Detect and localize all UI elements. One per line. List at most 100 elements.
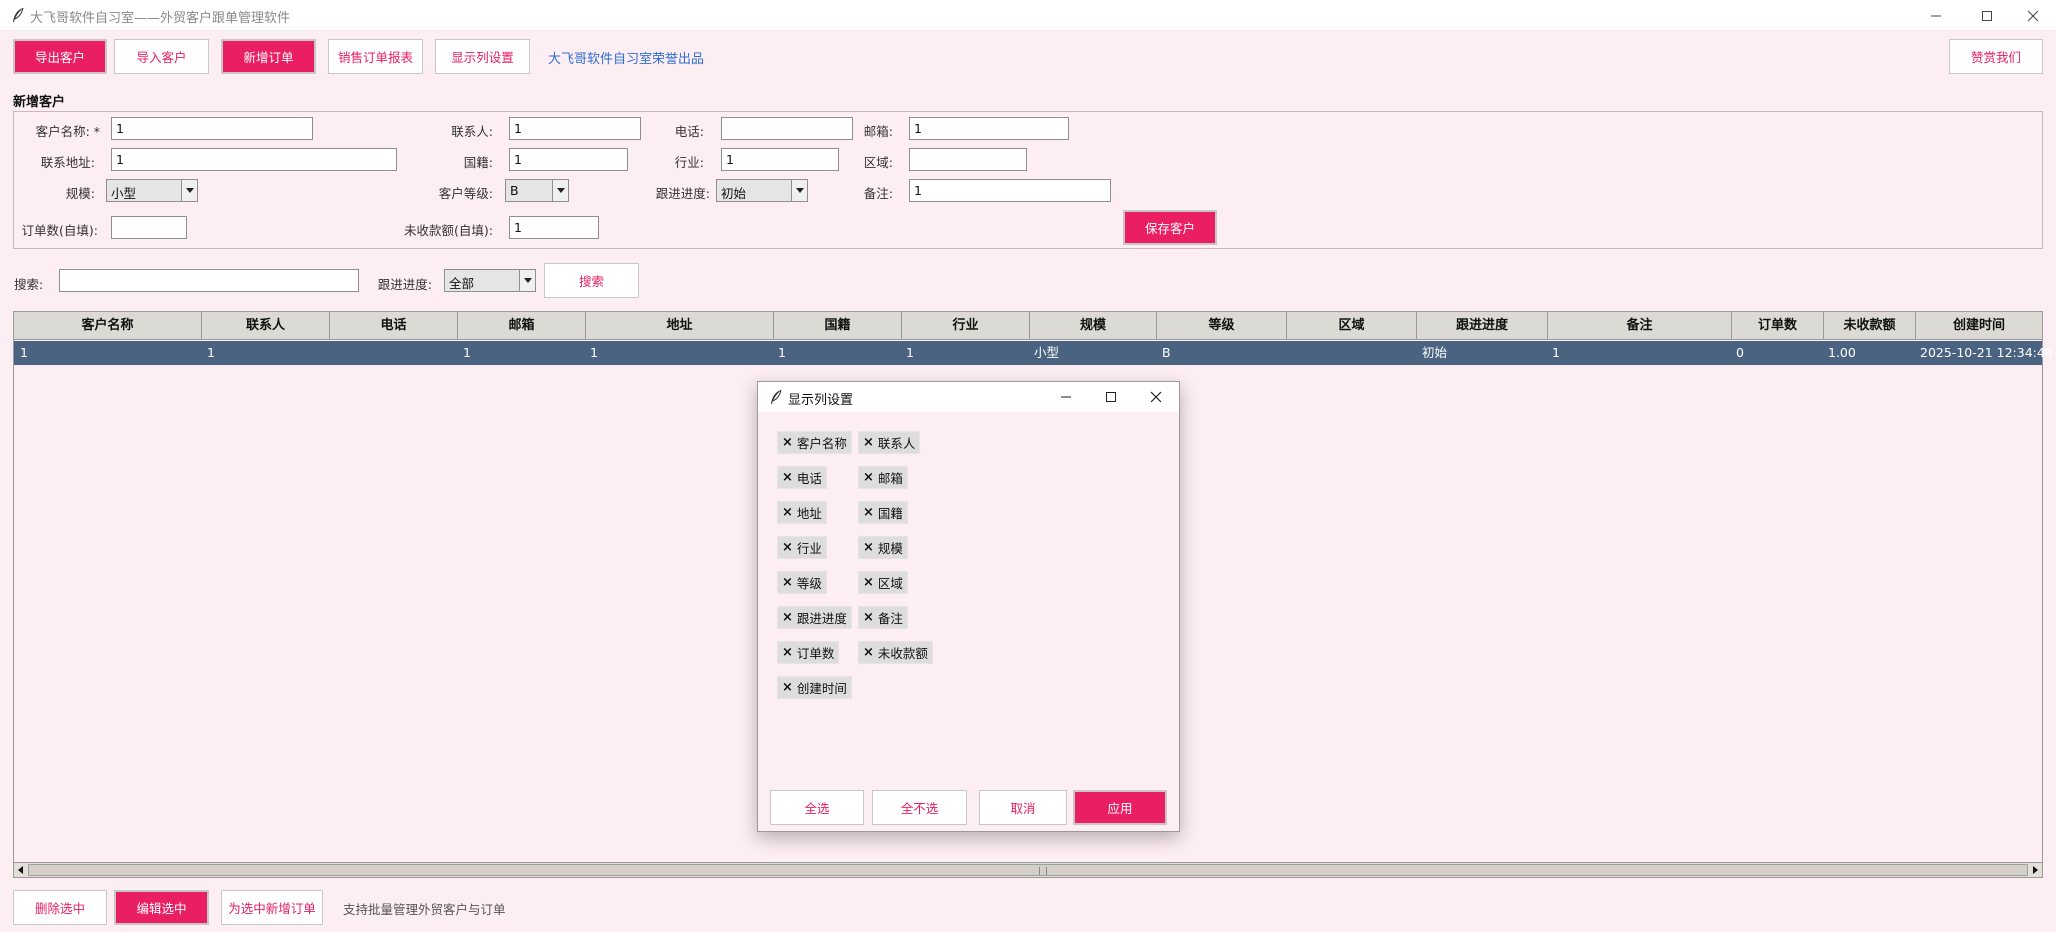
cancel-button[interactable]: 取消	[979, 790, 1067, 825]
sales-report-button[interactable]: 销售订单报表	[328, 39, 423, 74]
progress-select-value: 初始	[721, 186, 747, 201]
minimize-icon[interactable]	[1043, 382, 1089, 412]
remove-icon: ×	[863, 645, 874, 660]
footer-hint: 支持批量管理外贸客户与订单	[343, 902, 506, 917]
maximize-icon[interactable]	[1964, 0, 2010, 31]
column-settings-dialog[interactable]: 显示列设置 × 客户名称 × 联系人 × 电话 × 邮箱 × 地址 × 国籍 × 行业 × 规模…	[757, 381, 1180, 832]
column-chip[interactable]: × 电话	[777, 466, 827, 489]
grade-label: 客户等级:	[438, 186, 493, 201]
table-cell: 1	[590, 345, 598, 360]
edit-selected-button[interactable]: 编辑选中	[114, 890, 209, 925]
window-titlebar: 大飞哥软件自习室——外贸客户跟单管理软件	[0, 0, 2056, 31]
select-none-button[interactable]: 全不选	[872, 790, 967, 825]
column-header[interactable]: 备注	[1548, 312, 1732, 340]
horizontal-scrollbar[interactable]	[13, 862, 2043, 878]
remove-icon: ×	[863, 435, 874, 450]
import-customers-button[interactable]: 导入客户	[114, 39, 209, 74]
column-header[interactable]: 电话	[330, 312, 458, 340]
column-header[interactable]: 邮箱	[458, 312, 586, 340]
column-header[interactable]: 区域	[1287, 312, 1417, 340]
progress-label: 跟进进度:	[655, 186, 710, 201]
chip-label: 国籍	[877, 506, 903, 521]
chip-label: 创建时间	[796, 681, 847, 696]
scroll-right-icon[interactable]	[2029, 863, 2042, 877]
column-header[interactable]: 等级	[1157, 312, 1287, 340]
order-count-input[interactable]	[111, 216, 187, 239]
select-all-button[interactable]: 全选	[770, 790, 864, 825]
note-input[interactable]	[909, 179, 1111, 202]
new-order-button[interactable]: 新增订单	[221, 39, 316, 74]
column-header[interactable]: 规模	[1030, 312, 1157, 340]
maximize-icon[interactable]	[1088, 382, 1134, 412]
column-chip[interactable]: × 邮箱	[858, 466, 908, 489]
unpaid-input[interactable]	[509, 216, 599, 239]
brand-link[interactable]: 大飞哥软件自习室荣誉出品	[548, 48, 704, 67]
minimize-icon[interactable]	[1913, 0, 1959, 31]
export-customers-button[interactable]: 导出客户	[13, 39, 107, 74]
column-chip[interactable]: × 等级	[777, 571, 827, 594]
window-title: 大飞哥软件自习室——外贸客户跟单管理软件	[30, 11, 291, 26]
column-header[interactable]: 创建时间	[1916, 312, 2042, 340]
column-chip[interactable]: × 未收款额	[858, 641, 933, 664]
apply-button[interactable]: 应用	[1073, 790, 1167, 825]
progress-select[interactable]: 初始	[716, 179, 808, 202]
column-chip[interactable]: × 备注	[858, 606, 908, 629]
table-cell: 2025-10-21 12:34:48	[1920, 345, 2053, 360]
customer-name-label: 客户名称: *	[35, 124, 100, 139]
table-row[interactable]: 1 1 1 1 1 1 小型 B 初始 1 0 1.00 2025-10-21 …	[14, 341, 2053, 365]
scale-select[interactable]: 小型	[106, 179, 198, 202]
chip-label: 区域	[877, 576, 903, 591]
table-cell: 小型	[1034, 345, 1060, 360]
column-chip[interactable]: × 联系人	[858, 431, 921, 454]
search-input[interactable]	[59, 269, 359, 292]
remove-icon: ×	[782, 610, 793, 625]
column-chip[interactable]: × 地址	[777, 501, 827, 524]
scroll-left-icon[interactable]	[14, 863, 27, 877]
nationality-label: 国籍:	[463, 155, 493, 170]
column-chip[interactable]: × 国籍	[858, 501, 908, 524]
column-chip[interactable]: × 创建时间	[777, 676, 852, 699]
column-header[interactable]: 地址	[586, 312, 774, 340]
column-header[interactable]: 订单数	[1732, 312, 1824, 340]
column-header[interactable]: 跟进进度	[1417, 312, 1548, 340]
search-label: 搜索:	[14, 277, 44, 292]
chip-label: 备注	[877, 611, 903, 626]
feather-icon	[771, 389, 782, 404]
table-cell: 1	[20, 345, 28, 360]
column-header[interactable]: 客户名称	[14, 312, 202, 340]
column-header[interactable]: 行业	[902, 312, 1030, 340]
close-icon[interactable]	[2010, 0, 2056, 31]
column-header[interactable]: 国籍	[774, 312, 902, 340]
sponsor-button[interactable]: 赞赏我们	[1949, 39, 2043, 74]
address-input[interactable]	[111, 148, 397, 171]
industry-input[interactable]	[721, 148, 839, 171]
grade-select[interactable]: B	[505, 179, 569, 202]
scale-label: 规模:	[65, 186, 95, 201]
save-customer-button[interactable]: 保存客户	[1123, 210, 1217, 245]
close-icon[interactable]	[1133, 382, 1179, 412]
column-chip[interactable]: × 规模	[858, 536, 908, 559]
column-chip[interactable]: × 订单数	[777, 641, 840, 664]
nationality-input[interactable]	[509, 148, 628, 171]
remove-icon: ×	[782, 680, 793, 695]
column-chip[interactable]: × 跟进进度	[777, 606, 852, 629]
contact-input[interactable]	[509, 117, 641, 140]
search-progress-select[interactable]: 全部	[444, 269, 536, 292]
industry-label: 行业:	[674, 155, 704, 170]
delete-selected-button[interactable]: 删除选中	[13, 890, 107, 925]
column-header[interactable]: 未收款额	[1824, 312, 1916, 340]
column-chip[interactable]: × 行业	[777, 536, 827, 559]
column-chip[interactable]: × 区域	[858, 571, 908, 594]
column-header[interactable]: 联系人	[202, 312, 330, 340]
email-input[interactable]	[909, 117, 1069, 140]
column-chip[interactable]: × 客户名称	[777, 431, 852, 454]
column-settings-button[interactable]: 显示列设置	[435, 39, 530, 74]
add-order-for-selected-button[interactable]: 为选中新增订单	[221, 890, 323, 925]
region-input[interactable]	[909, 148, 1027, 171]
customer-name-input[interactable]	[111, 117, 313, 140]
chip-label: 等级	[796, 576, 822, 591]
phone-input[interactable]	[721, 117, 853, 140]
search-button[interactable]: 搜索	[544, 263, 639, 298]
chip-label: 联系人	[877, 436, 916, 451]
scrollbar-thumb[interactable]	[28, 864, 2028, 876]
